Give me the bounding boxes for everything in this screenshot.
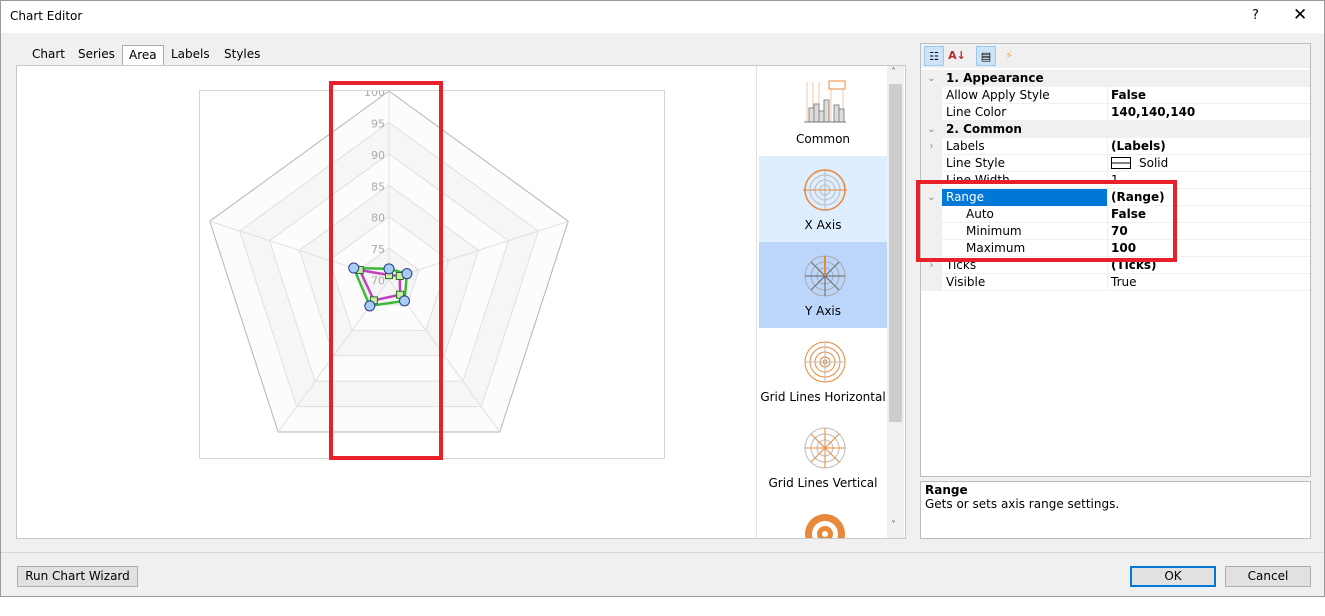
- radar-x-axis-icon: [803, 169, 847, 211]
- scroll-up-icon[interactable]: ˄: [891, 67, 896, 78]
- divider: [1, 552, 1324, 553]
- alphabetical-icon[interactable]: A↓: [947, 46, 967, 66]
- property-value[interactable]: False: [1111, 87, 1146, 104]
- scroll-down-icon[interactable]: ˅: [891, 520, 896, 531]
- property-row[interactable]: Line Style Solid: [921, 155, 1310, 172]
- highlight-box-range: [916, 180, 1177, 262]
- tab-chart[interactable]: Chart: [26, 45, 71, 65]
- property-row[interactable]: Allow Apply Style False: [921, 87, 1310, 104]
- list-item-label: X Axis: [804, 218, 842, 232]
- chevron-right-icon[interactable]: ›: [921, 138, 942, 155]
- tab-styles[interactable]: Styles: [218, 45, 266, 65]
- property-value[interactable]: True: [1111, 274, 1137, 291]
- property-name: Allow Apply Style: [942, 87, 1108, 104]
- scrollbar-thumb[interactable]: [889, 84, 902, 422]
- title-bar: Chart Editor ? ✕: [1, 1, 1324, 33]
- property-name: Labels: [942, 138, 1108, 155]
- help-button[interactable]: ?: [1252, 8, 1259, 23]
- property-row[interactable]: Line Color 140,140,140: [921, 104, 1310, 121]
- list-item-common[interactable]: Common: [759, 70, 887, 156]
- highlight-box-axis: [329, 81, 443, 460]
- tab-area[interactable]: Area: [122, 45, 164, 66]
- row-gutter: [921, 274, 942, 291]
- row-gutter: [921, 104, 942, 121]
- area-tab-panel: 70 75 80 85 90 95 100 Common X Axis Y Axis Gri…: [16, 65, 906, 539]
- bar-chart-icon: [804, 80, 846, 123]
- radar-y-axis-icon: [804, 255, 846, 297]
- chevron-down-icon[interactable]: ⌄: [921, 70, 942, 87]
- properties-icon[interactable]: ▤: [976, 46, 996, 66]
- list-item-label: Y Axis: [804, 304, 842, 318]
- run-chart-wizard-button[interactable]: Run Chart Wizard: [17, 566, 138, 587]
- description-title: Range: [925, 483, 968, 497]
- events-icon[interactable]: ⚡: [999, 46, 1019, 66]
- property-row[interactable]: Visible True: [921, 274, 1310, 291]
- property-name: Line Style: [942, 155, 1108, 172]
- interlaced-icon: [805, 514, 845, 538]
- property-value-text: Solid: [1139, 156, 1169, 170]
- list-item-grid-lines-horizontal[interactable]: Grid Lines Horizontal: [759, 328, 887, 414]
- list-item-label: Common: [795, 132, 851, 146]
- grid-horizontal-icon: [804, 341, 846, 383]
- list-item-interlaced[interactable]: [759, 500, 887, 538]
- row-gutter: [921, 87, 942, 104]
- property-name: Visible: [942, 274, 1108, 291]
- line-style-swatch: [1111, 157, 1131, 169]
- property-row[interactable]: › Labels (Labels): [921, 138, 1310, 155]
- list-scrollbar[interactable]: ˄ ˅: [887, 66, 904, 538]
- chevron-down-icon[interactable]: ⌄: [921, 121, 942, 138]
- property-description: Range Gets or sets axis range settings.: [920, 481, 1311, 539]
- tab-labels[interactable]: Labels: [165, 45, 216, 65]
- property-value[interactable]: Solid: [1111, 155, 1168, 172]
- close-icon[interactable]: ✕: [1293, 5, 1307, 25]
- property-category[interactable]: ⌄ 1. Appearance: [921, 70, 1310, 87]
- list-item-label: Grid Lines Vertical: [768, 476, 878, 490]
- grid-vertical-icon: [804, 427, 846, 469]
- area-element-list: Common X Axis Y Axis Grid Lines Horizont…: [756, 66, 904, 538]
- row-gutter: [921, 155, 942, 172]
- property-name: 1. Appearance: [946, 71, 1044, 85]
- description-text: Gets or sets axis range settings.: [925, 497, 1120, 511]
- tab-series[interactable]: Series: [72, 45, 121, 65]
- property-value[interactable]: 140,140,140: [1111, 104, 1195, 121]
- chart-editor-dialog: Chart Editor ? ✕ Chart Series Area Label…: [0, 0, 1325, 597]
- property-grid-toolbar: ☷ A↓ ▤ ⚡: [921, 44, 1310, 68]
- list-item-y-axis[interactable]: Y Axis: [759, 242, 887, 328]
- list-item-x-axis[interactable]: X Axis: [759, 156, 887, 242]
- cancel-button[interactable]: Cancel: [1225, 566, 1311, 587]
- property-category[interactable]: ⌄ 2. Common: [921, 121, 1310, 138]
- ok-button[interactable]: OK: [1130, 566, 1216, 587]
- categorized-icon[interactable]: ☷: [924, 46, 944, 66]
- list-item-label: Grid Lines Horizontal: [760, 390, 886, 404]
- property-name: Line Color: [942, 104, 1108, 121]
- property-value[interactable]: (Labels): [1111, 138, 1166, 155]
- list-item-grid-lines-vertical[interactable]: Grid Lines Vertical: [759, 414, 887, 500]
- window-title: Chart Editor: [10, 9, 83, 23]
- property-name: 2. Common: [946, 122, 1022, 136]
